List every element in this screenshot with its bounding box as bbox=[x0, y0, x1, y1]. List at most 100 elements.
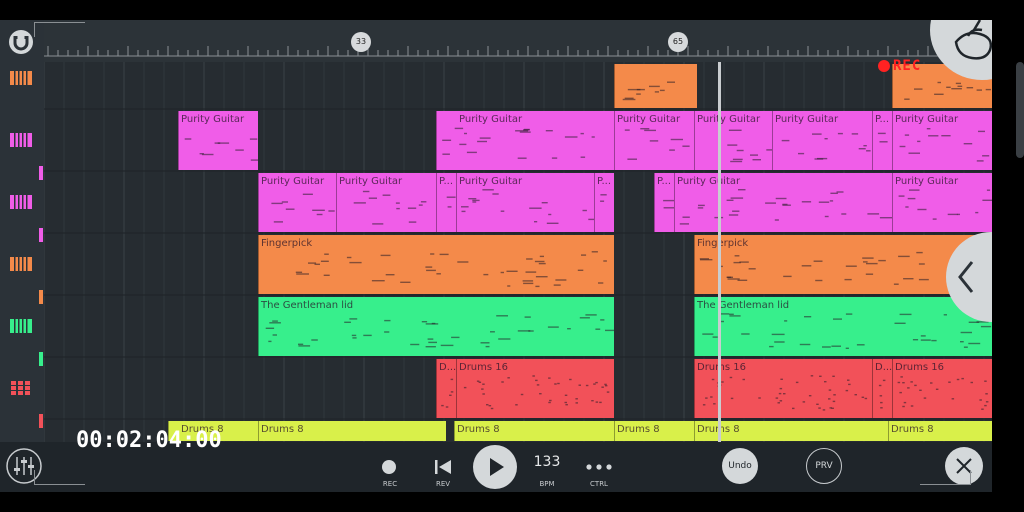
piano-icon bbox=[10, 319, 32, 333]
record-dot-icon bbox=[878, 60, 890, 72]
clip-drums-8[interactable]: Drums 8 bbox=[614, 421, 694, 441]
undo-button[interactable]: Undo bbox=[722, 448, 758, 484]
more-dots-icon bbox=[586, 464, 612, 470]
track-5-color-strip bbox=[39, 352, 43, 366]
chevron-left-icon bbox=[958, 261, 974, 293]
controls-label: CTRL bbox=[590, 480, 608, 488]
clip-purity-guitar[interactable]: Purity Guitar bbox=[772, 111, 872, 170]
rewind-button[interactable] bbox=[433, 458, 453, 476]
clip-notes bbox=[877, 132, 888, 143]
tempo-value[interactable]: 133 bbox=[530, 454, 564, 474]
clip-drums-8[interactable]: Drums 8 bbox=[888, 421, 992, 441]
clip-drums-8[interactable]: Drums 8 bbox=[258, 421, 446, 441]
clip-notes bbox=[265, 314, 614, 348]
clip-notes bbox=[679, 189, 892, 225]
corner-bracket bbox=[920, 470, 971, 485]
corner-bracket bbox=[34, 22, 85, 37]
clip-notes bbox=[446, 196, 456, 208]
clip-notes bbox=[353, 190, 427, 225]
record-label: REC bbox=[382, 480, 398, 488]
ruler-ticks bbox=[44, 46, 992, 57]
clip-drums-16-short[interactable]: D... bbox=[436, 359, 456, 418]
song-position-time: 00:02:04:00 bbox=[76, 428, 222, 453]
open-side-panel-button[interactable] bbox=[946, 232, 992, 322]
play-icon bbox=[473, 445, 517, 489]
track-6-button[interactable] bbox=[8, 375, 34, 401]
clip-purity-guitar[interactable]: Purity Guitar bbox=[336, 173, 436, 232]
fl-studio-mobile-app: 33 65 Purity Guitar Purity Guitar Purity… bbox=[0, 0, 1024, 512]
track-3-button[interactable] bbox=[8, 189, 34, 215]
clip-notes bbox=[781, 132, 871, 160]
play-button[interactable] bbox=[472, 444, 518, 490]
clip-notes bbox=[184, 138, 258, 161]
clip-notes bbox=[600, 194, 607, 202]
track-6-color-strip bbox=[39, 414, 43, 428]
clip-drums-8[interactable]: Drums 8 bbox=[694, 421, 888, 441]
skip-back-icon bbox=[435, 460, 451, 474]
clip-notes bbox=[897, 376, 989, 410]
clip-the-gentleman-lid[interactable]: The Gentleman lid bbox=[258, 297, 614, 356]
clip-lane1-1[interactable] bbox=[614, 64, 697, 108]
clip-notes bbox=[271, 193, 335, 223]
clip-purity-guitar[interactable]: Purity Guitar bbox=[674, 173, 892, 232]
clip-drums-8[interactable]: Drums 8 bbox=[454, 421, 614, 441]
clip-notes bbox=[899, 128, 990, 162]
clip-notes bbox=[663, 199, 674, 209]
corner-bracket bbox=[34, 470, 85, 485]
track-3-color-strip bbox=[39, 228, 43, 242]
clip-purity-guitar-short[interactable]: P... bbox=[654, 173, 674, 232]
clip-label: Drums 8 bbox=[891, 424, 934, 435]
clip-purity-guitar-short[interactable]: P... bbox=[594, 173, 614, 232]
track-1-button[interactable] bbox=[8, 65, 34, 91]
track-2-color-strip bbox=[39, 166, 43, 180]
track-5-button[interactable] bbox=[8, 313, 34, 339]
clip-purity-guitar-short[interactable]: P... bbox=[436, 173, 456, 232]
clip-notes bbox=[898, 189, 992, 220]
track-2-button[interactable] bbox=[8, 127, 34, 153]
piano-icon bbox=[10, 257, 32, 271]
recording-indicator: REC bbox=[878, 58, 921, 74]
clip-notes bbox=[463, 375, 610, 410]
playlist-grid[interactable]: Purity Guitar Purity Guitar Purity Guita… bbox=[44, 62, 992, 442]
piano-icon bbox=[10, 195, 32, 209]
record-button[interactable] bbox=[380, 458, 398, 476]
clip-notes bbox=[878, 379, 886, 409]
clip-drums-16-short[interactable]: D... bbox=[872, 359, 892, 418]
recording-label: REC bbox=[893, 58, 922, 74]
snap-magnet-button[interactable] bbox=[6, 28, 36, 56]
preview-button[interactable]: PRV bbox=[806, 448, 842, 484]
piano-icon bbox=[10, 71, 32, 85]
clip-fingerpick[interactable]: Fingerpick bbox=[258, 235, 614, 294]
clip-purity-guitar[interactable]: Purity Guitar bbox=[436, 111, 614, 170]
timeline-ruler[interactable]: 33 65 bbox=[44, 20, 992, 62]
track-4-color-strip bbox=[39, 290, 43, 304]
clip-notes bbox=[442, 127, 595, 159]
clip-notes bbox=[702, 375, 868, 411]
clip-purity-guitar[interactable]: Purity Guitar bbox=[258, 173, 336, 232]
clip-notes bbox=[461, 189, 594, 224]
track-column bbox=[0, 62, 44, 442]
clip-label: Drums 8 bbox=[617, 424, 660, 435]
record-icon bbox=[382, 460, 396, 474]
clip-purity-guitar[interactable]: Purity Guitar bbox=[614, 111, 694, 170]
clip-notes bbox=[727, 129, 772, 163]
clip-purity-guitar[interactable]: Purity Guitar bbox=[456, 173, 594, 232]
bar-marker-65[interactable]: 65 bbox=[668, 32, 688, 52]
magnet-icon bbox=[9, 30, 33, 54]
clip-purity-guitar[interactable]: Purity Guitar bbox=[694, 111, 772, 170]
drum-pad-icon bbox=[11, 381, 30, 395]
clip-purity-guitar[interactable]: Purity Guitar bbox=[892, 111, 992, 170]
track-4-button[interactable] bbox=[8, 251, 34, 277]
clip-purity-guitar[interactable]: Purity Guitar bbox=[892, 173, 992, 232]
playhead[interactable] bbox=[718, 62, 721, 446]
main-menu-button[interactable] bbox=[930, 20, 992, 80]
clip-drums-16[interactable]: Drums 16 bbox=[892, 359, 992, 418]
clip-purity-guitar-short[interactable]: P... bbox=[872, 111, 892, 170]
clip-purity-guitar[interactable]: Purity Guitar bbox=[178, 111, 258, 170]
clip-drums-16[interactable]: Drums 16 bbox=[456, 359, 614, 418]
clip-label: Drums 8 bbox=[261, 424, 304, 435]
bar-marker-33[interactable]: 33 bbox=[351, 32, 371, 52]
controls-menu-button[interactable] bbox=[584, 458, 614, 476]
piano-icon bbox=[10, 133, 32, 147]
clip-notes bbox=[441, 378, 454, 408]
